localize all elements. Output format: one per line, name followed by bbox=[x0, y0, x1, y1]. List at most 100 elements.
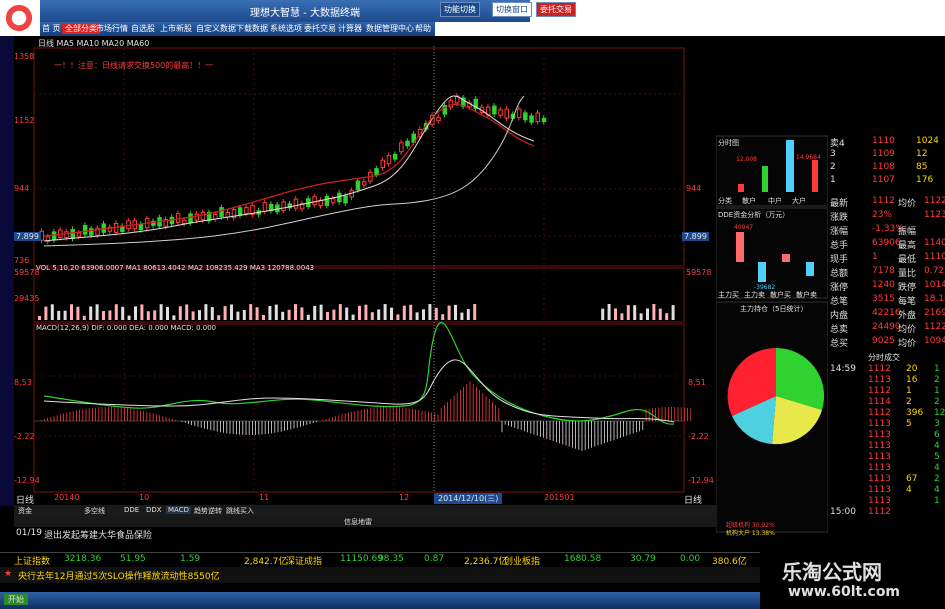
trade-button[interactable]: 委托交易 bbox=[536, 2, 576, 17]
tick-row[interactable]: 1113 5 3 bbox=[828, 419, 945, 430]
volume-bar bbox=[633, 305, 637, 320]
ask-row[interactable]: 3 1109 12 bbox=[828, 149, 945, 160]
menu-item-calculator[interactable]: 计算器 bbox=[338, 23, 362, 34]
side-chart1-tab[interactable]: 分类 bbox=[718, 196, 732, 206]
stat-row[interactable]: 最新 1112 均价 1122 bbox=[828, 196, 945, 209]
stat-row[interactable]: 总手 63906 最高 1140 bbox=[828, 238, 945, 251]
tick-row[interactable]: 15:00 1112 bbox=[828, 507, 945, 518]
volume-bar bbox=[473, 304, 477, 320]
side-chart1-tab[interactable]: 散户 bbox=[742, 196, 756, 206]
chart-header: 日线 MA5 MA10 MA20 MA60 bbox=[38, 39, 150, 48]
side-chart1-tab[interactable]: 大户 bbox=[792, 196, 806, 206]
side-chart2-tab[interactable]: 散户卖 bbox=[796, 290, 817, 300]
ask-price: 1110 bbox=[872, 136, 895, 146]
volume-bar bbox=[390, 307, 393, 320]
ticks-title: 分时成交 bbox=[868, 353, 900, 362]
tick-row[interactable]: 1113 1 bbox=[828, 496, 945, 507]
tick-row[interactable]: 1112 396 12 bbox=[828, 408, 945, 419]
tick-row[interactable]: 1112 1 1 bbox=[828, 386, 945, 397]
volume-bar bbox=[44, 306, 48, 320]
left-vertical-toolbar[interactable] bbox=[0, 36, 14, 506]
side-chart2-tab[interactable]: 主力买 bbox=[718, 290, 739, 300]
volume-bar bbox=[63, 310, 67, 320]
stat-row[interactable]: 总额 7178 量比 0.72 bbox=[828, 266, 945, 279]
tick-row[interactable]: 1113 4 4 bbox=[828, 485, 945, 496]
tick-row[interactable]: 1113 5 bbox=[828, 452, 945, 463]
tab-indicator[interactable]: 趋势逆转 bbox=[194, 506, 222, 516]
ask-volume: 1024 bbox=[916, 136, 939, 146]
menu-item-custom-data[interactable]: 自定义数据 bbox=[196, 23, 236, 34]
menu-item-help[interactable]: 帮助 bbox=[415, 23, 431, 34]
news-headline[interactable]: 退出发起筹建大华食品保险 bbox=[44, 528, 152, 541]
scrolling-news: ★ 央行去年12月通过5次SLO操作释放流动性8550亿 bbox=[0, 567, 760, 583]
stat-row[interactable]: 总卖 24490 均价 1122 bbox=[828, 322, 945, 335]
main-chart-area[interactable]: 日线 MA5 MA10 MA20 MA60 一！！注意：日线请求交换500的最高… bbox=[14, 36, 716, 506]
ticker-index-name[interactable]: 上证指数 bbox=[14, 554, 50, 567]
stat-row[interactable]: 涨跌 23% 1123 bbox=[828, 210, 945, 223]
stat-value: 24490 bbox=[872, 322, 901, 332]
tick-row[interactable]: 1114 2 2 bbox=[828, 397, 945, 408]
menu-item-data-center[interactable]: 数据管理中心 bbox=[366, 23, 414, 34]
switch-window-button[interactable]: 切换窗口 bbox=[492, 2, 532, 17]
side-chart2-tab[interactable]: 主力卖 bbox=[744, 290, 765, 300]
stat-value: 63906 bbox=[872, 238, 901, 248]
tab-indicator[interactable]: 多空线 bbox=[84, 506, 105, 516]
volume-bar bbox=[166, 306, 169, 320]
ticker-index-name[interactable]: 深证成指 bbox=[286, 554, 322, 567]
tick-volume: 2 bbox=[906, 397, 912, 407]
stat-row[interactable]: 内盘 42216外盘 21690 bbox=[828, 308, 945, 321]
tick-row[interactable]: 1113 67 2 bbox=[828, 474, 945, 485]
candle-body bbox=[70, 229, 75, 239]
candle-body bbox=[293, 198, 299, 209]
tab-indicator[interactable]: DDE bbox=[124, 506, 139, 514]
volume-bar bbox=[607, 304, 611, 320]
candle-body bbox=[219, 207, 224, 218]
volume-bar bbox=[370, 312, 374, 320]
candle-body bbox=[330, 198, 336, 204]
tab-indicator[interactable]: 资金 bbox=[18, 506, 32, 516]
menu-item-all[interactable]: 全部分类 bbox=[62, 23, 100, 34]
menu-item-market[interactable]: 市场行情 bbox=[96, 23, 128, 34]
tick-count: 1 bbox=[934, 386, 940, 396]
tick-row[interactable]: 14:59 1112 20 1 bbox=[828, 364, 945, 375]
menu-item-options[interactable]: 系统选项 bbox=[270, 23, 302, 34]
tick-row[interactable]: 1113 6 bbox=[828, 430, 945, 441]
tab-indicator[interactable]: 跳线买入 bbox=[226, 506, 254, 516]
start-button[interactable]: 开始 bbox=[4, 594, 28, 605]
stat-row[interactable]: 涨停 1240 跌停 1014 bbox=[828, 280, 945, 293]
tick-row[interactable]: 1113 4 bbox=[828, 463, 945, 474]
tick-count: 2 bbox=[934, 375, 940, 385]
tab-indicator-active[interactable]: MACD bbox=[166, 506, 191, 514]
info-mine-label[interactable]: 信息地雷 bbox=[344, 517, 372, 527]
ask-row[interactable]: 2 1108 85 bbox=[828, 162, 945, 173]
tab-indicator[interactable]: DDX bbox=[146, 506, 162, 514]
candle-body bbox=[535, 112, 540, 123]
candle-body bbox=[405, 140, 410, 147]
volume-bar bbox=[294, 304, 297, 320]
tick-row[interactable]: 1113 16 2 bbox=[828, 375, 945, 386]
macd-axis-label: -12.94 bbox=[14, 476, 40, 485]
stat-row[interactable]: 现手 1 最低 1110 bbox=[828, 252, 945, 265]
side-chart2-tab[interactable]: 散户买 bbox=[770, 290, 791, 300]
ticker-index-name[interactable]: 创业板指 bbox=[504, 554, 540, 567]
volume-bar bbox=[377, 309, 381, 320]
menu-item-watchlist[interactable]: 自选股 bbox=[131, 23, 155, 34]
switch-function-button[interactable]: 功能切换 bbox=[440, 2, 480, 17]
volume-bar bbox=[626, 305, 630, 320]
menu-item-download[interactable]: 下载数据 bbox=[236, 23, 268, 34]
tick-row[interactable]: 1113 4 bbox=[828, 441, 945, 452]
stat-row[interactable]: 总买 9025 均价 1094 bbox=[828, 336, 945, 349]
stat-row[interactable]: 涨幅 -1.33% 振幅 bbox=[828, 224, 945, 237]
ask-row[interactable]: 卖4 1110 1024 bbox=[828, 136, 945, 149]
stat-row[interactable]: 总笔 3515每笔 18.18 bbox=[828, 294, 945, 307]
ask-row[interactable]: 1 1107 176 bbox=[828, 175, 945, 186]
menu-item-ipo[interactable]: 上市新股 bbox=[160, 23, 192, 34]
stat-label: 涨停 bbox=[830, 283, 849, 293]
stat-label: 总卖 bbox=[830, 325, 849, 335]
volume-bar bbox=[620, 313, 624, 320]
scrolling-news-text[interactable]: 央行去年12月通过5次SLO操作释放流动性8550亿 bbox=[18, 569, 220, 582]
menu-item-home[interactable]: 首 页 bbox=[42, 23, 61, 34]
menu-item-trade[interactable]: 委托交易 bbox=[304, 23, 336, 34]
side-chart1-tab[interactable]: 中户 bbox=[768, 196, 782, 206]
stat-label: 总额 bbox=[830, 269, 849, 279]
